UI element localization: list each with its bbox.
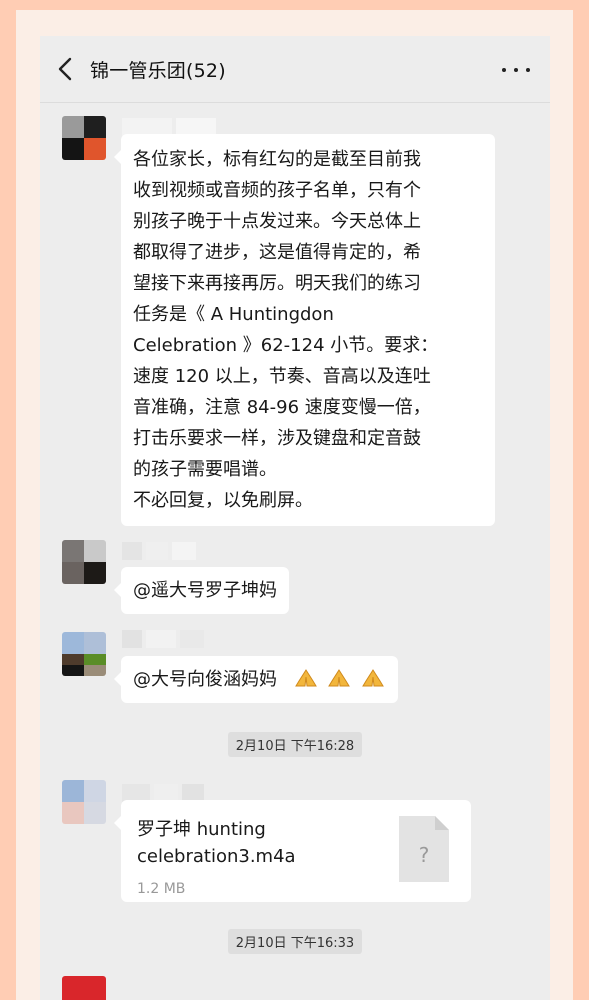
message-bubble[interactable]: 各位家长，标有红勾的是截至目前我 收到视频或音频的孩子名单，只有个 别孩子晚于十… <box>114 134 495 526</box>
chat-header: 锦一管乐团(52) <box>40 36 550 103</box>
chat-screen: 锦一管乐团(52) 各位家长，标有红勾的是截至目前我 收到视频或音频的孩子名单，… <box>40 36 550 1000</box>
praying-hands-icon <box>362 669 385 687</box>
message-bubble[interactable]: @遥大号罗子坤妈 <box>114 567 289 614</box>
timestamp: 2月10日 下午16:28 <box>40 732 550 757</box>
message-bubble[interactable]: @大号向俊涵妈妈 <box>113 656 399 703</box>
sender-name-blurred <box>122 542 200 560</box>
avatar-lower-half <box>62 654 106 676</box>
chat-title: 锦一管乐团(52) <box>90 60 226 82</box>
message-text: @遥大号罗子坤妈 <box>133 580 277 601</box>
file-icon-glyph: ? <box>418 843 430 867</box>
timestamp: 2月10日 下午16:33 <box>40 929 550 954</box>
praying-hands-icon <box>328 669 351 687</box>
file-size: 1.2 MB <box>137 881 186 897</box>
avatar[interactable] <box>62 780 106 824</box>
avatar[interactable] <box>62 116 106 160</box>
file-name-line2: celebration3.m4a <box>137 846 296 867</box>
sender-name-blurred <box>122 630 208 648</box>
timestamp-label: 2月10日 下午16:28 <box>227 732 363 757</box>
avatar[interactable] <box>62 540 106 584</box>
file-message-card[interactable]: 罗子坤 hunting celebration3.m4a 1.2 MB ? <box>114 800 471 902</box>
avatar[interactable] <box>62 976 106 1000</box>
unknown-file-icon: ? <box>399 816 449 882</box>
message-text: @大号向俊涵妈妈 <box>133 669 277 690</box>
file-name-line1: 罗子坤 hunting <box>137 819 266 840</box>
message-text: 各位家长，标有红勾的是截至目前我 收到视频或音频的孩子名单，只有个 别孩子晚于十… <box>133 149 439 511</box>
timestamp-label: 2月10日 下午16:33 <box>227 929 363 954</box>
praying-hands-icon <box>294 669 317 687</box>
more-options-icon[interactable] <box>500 58 532 80</box>
back-arrow-icon[interactable] <box>54 56 78 82</box>
